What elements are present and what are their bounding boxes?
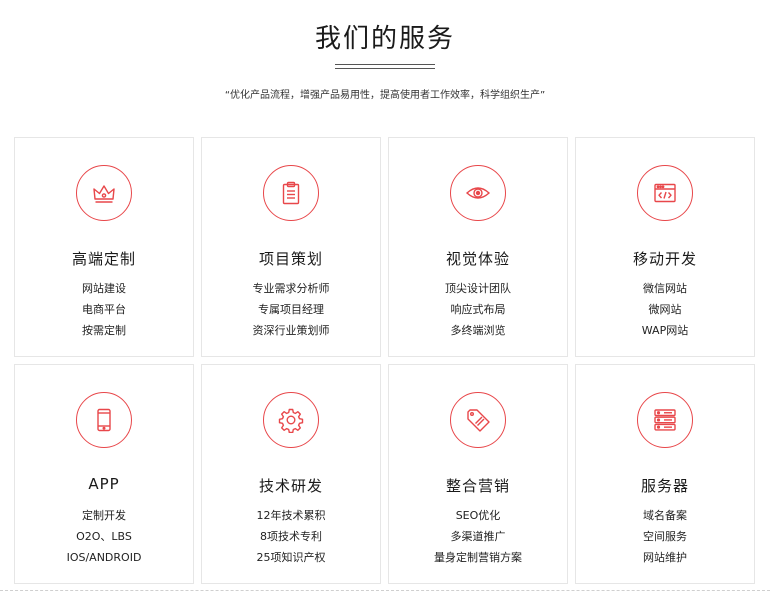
- service-card-custom[interactable]: 高端定制 网站建设 电商平台 按需定制: [14, 137, 194, 357]
- service-card-app[interactable]: APP 定制开发 O2O、LBS IOS/ANDROID: [14, 364, 194, 584]
- bottom-divider: [0, 590, 770, 591]
- card-item: 多终端浏览: [450, 324, 506, 337]
- card-item: 顶尖设计团队: [445, 282, 511, 295]
- mobile-phone-icon: [76, 392, 132, 448]
- card-item: 量身定制营销方案: [434, 551, 522, 564]
- service-card-planning[interactable]: 项目策划 专业需求分析师 专属项目经理 资深行业策划师: [201, 137, 381, 357]
- card-item: 微信网站: [643, 282, 687, 295]
- card-item: O2O、LBS: [76, 530, 132, 543]
- title-rule-top: [335, 64, 435, 65]
- card-item: 8项技术专利: [260, 530, 322, 543]
- page-subtitle: “优化产品流程，增强产品易用性，提高使用者工作效率，科学组织生产”: [224, 90, 546, 101]
- page-title: 我们的服务: [314, 24, 455, 54]
- clipboard-icon: [263, 165, 319, 221]
- service-card-visual[interactable]: 视觉体验 顶尖设计团队 响应式布局 多终端浏览: [388, 137, 568, 357]
- card-title: 服务器: [640, 477, 689, 495]
- eye-icon: [450, 165, 506, 221]
- service-card-mobile[interactable]: 移动开发 微信网站 微网站 WAP网站: [575, 137, 755, 357]
- card-item: IOS/ANDROID: [66, 551, 142, 564]
- gear-icon: [263, 392, 319, 448]
- card-item: 资深行业策划师: [252, 324, 330, 337]
- card-title: 高端定制: [71, 250, 136, 268]
- card-item: 专属项目经理: [258, 303, 324, 316]
- card-title: 整合营销: [445, 477, 510, 495]
- card-item: 微网站: [648, 303, 682, 316]
- card-item: 域名备案: [643, 509, 687, 522]
- sale-tag-icon: [450, 392, 506, 448]
- server-icon: [637, 392, 693, 448]
- card-item: 定制开发: [82, 509, 126, 522]
- card-item: 25项知识产权: [256, 551, 326, 564]
- card-item: 网站维护: [643, 551, 687, 564]
- card-title: 移动开发: [632, 250, 697, 268]
- card-item: 专业需求分析师: [252, 282, 330, 295]
- title-rule-bottom: [335, 68, 435, 69]
- card-item: WAP网站: [641, 324, 689, 337]
- card-item: 网站建设: [82, 282, 126, 295]
- card-title: 项目策划: [258, 250, 323, 268]
- service-card-marketing[interactable]: 整合营销 SEO优化 多渠道推广 量身定制营销方案: [388, 364, 568, 584]
- service-card-server[interactable]: 服务器 域名备案 空间服务 网站维护: [575, 364, 755, 584]
- code-window-icon: [637, 165, 693, 221]
- card-item: 电商平台: [82, 303, 126, 316]
- card-item: 按需定制: [82, 324, 126, 337]
- card-title: 视觉体验: [445, 250, 510, 268]
- crown-icon: [76, 165, 132, 221]
- card-item: SEO优化: [455, 509, 501, 522]
- card-item: 空间服务: [643, 530, 687, 543]
- card-item: 多渠道推广: [450, 530, 506, 543]
- card-title: 技术研发: [258, 477, 323, 495]
- card-item: 12年技术累积: [256, 509, 326, 522]
- service-card-rnd[interactable]: 技术研发 12年技术累积 8项技术专利 25项知识产权: [201, 364, 381, 584]
- card-title: APP: [88, 475, 120, 493]
- card-item: 响应式布局: [450, 303, 506, 316]
